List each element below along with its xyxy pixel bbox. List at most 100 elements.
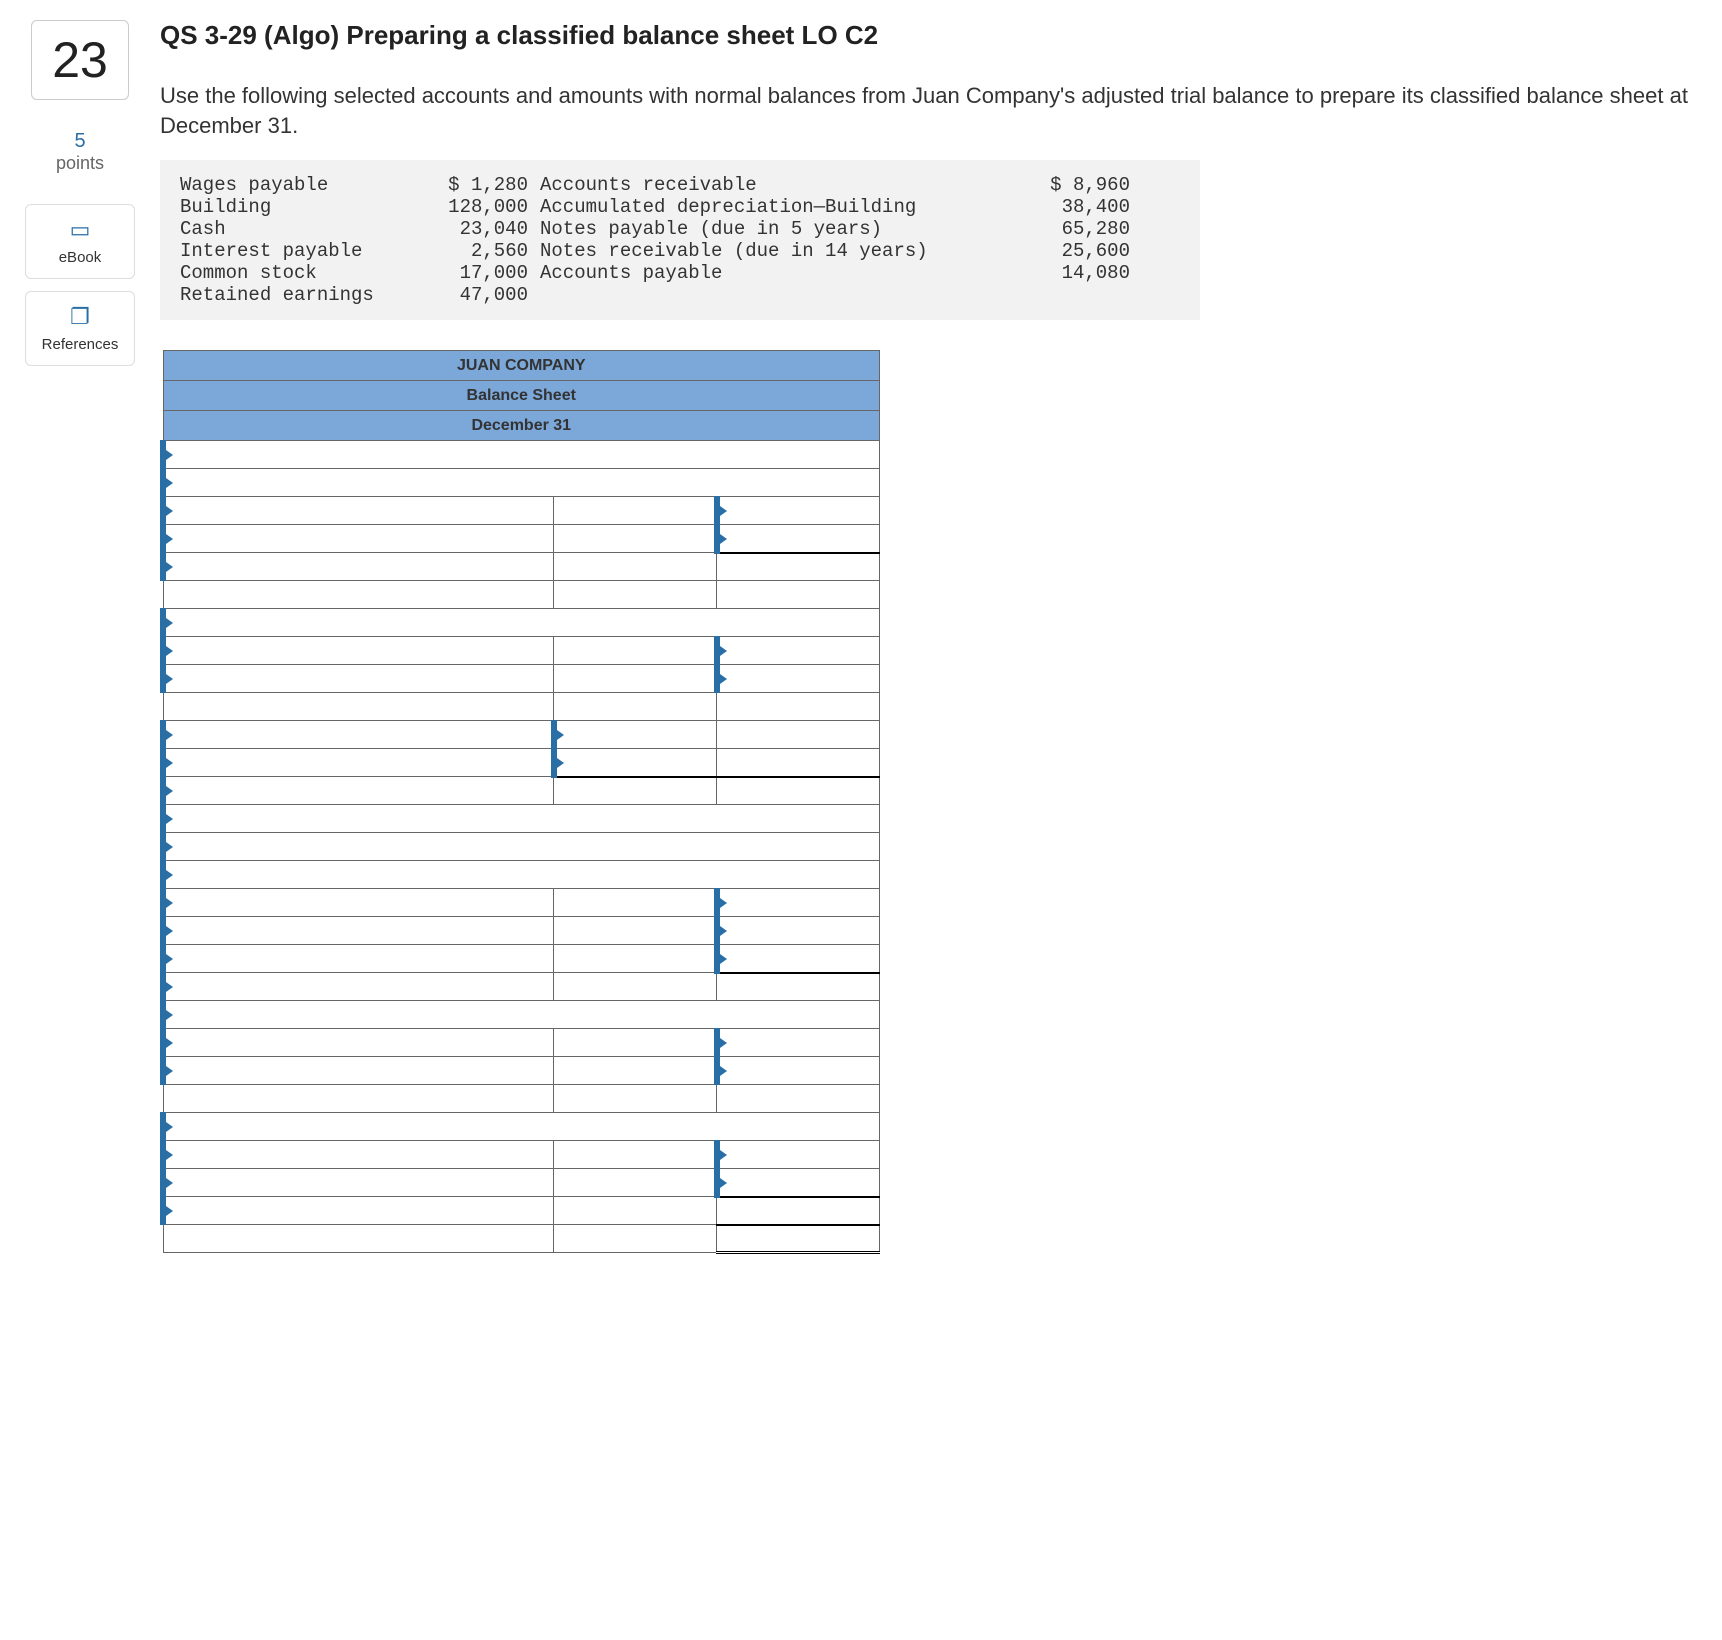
bs-date: December 31 xyxy=(163,411,880,441)
tb-account: Accounts payable xyxy=(540,262,1020,284)
bs-dropdown-account[interactable] xyxy=(163,1197,554,1225)
tb-account: Building xyxy=(180,196,430,218)
bs-static-cell xyxy=(717,693,880,721)
tb-account: Common stock xyxy=(180,262,430,284)
bs-dropdown-account[interactable] xyxy=(163,889,554,917)
copy-icon: ❐ xyxy=(70,304,90,330)
bs-dropdown-amount[interactable] xyxy=(717,497,880,525)
tb-account: Accumulated depreciation—Building xyxy=(540,196,1020,218)
bs-dropdown-account[interactable] xyxy=(163,973,554,1001)
tb-amount: 47,000 xyxy=(430,284,540,306)
tb-account: Notes payable (due in 5 years) xyxy=(540,218,1020,240)
bs-input-amount[interactable] xyxy=(554,525,717,553)
bs-dropdown-amount[interactable] xyxy=(717,1141,880,1169)
bs-input-amount[interactable] xyxy=(554,553,717,581)
bs-static-cell xyxy=(717,749,880,777)
bs-dropdown-account[interactable] xyxy=(163,637,554,665)
bs-input-amount[interactable] xyxy=(554,1141,717,1169)
bs-dropdown-amount[interactable] xyxy=(717,637,880,665)
tb-account xyxy=(540,284,1020,306)
bs-dropdown-account[interactable] xyxy=(163,749,554,777)
tb-account: Cash xyxy=(180,218,430,240)
bs-static-cell xyxy=(163,581,554,609)
tb-amount: 2,560 xyxy=(430,240,540,262)
bs-dropdown-amount[interactable] xyxy=(717,525,880,553)
bs-input-amount[interactable] xyxy=(554,889,717,917)
bs-dropdown-full[interactable] xyxy=(163,1001,880,1029)
bs-dropdown-account[interactable] xyxy=(163,553,554,581)
points-value: 5 xyxy=(74,130,85,153)
bs-static-cell xyxy=(163,693,554,721)
bs-total-cell xyxy=(717,777,880,805)
bs-dropdown-full[interactable] xyxy=(163,805,880,833)
tb-amount: 23,040 xyxy=(430,218,540,240)
bs-dropdown-amount[interactable] xyxy=(717,945,880,973)
references-button[interactable]: ❐ References xyxy=(25,291,135,366)
bs-input-amount[interactable] xyxy=(554,637,717,665)
bs-static-cell xyxy=(554,1225,717,1253)
bs-dropdown-account[interactable] xyxy=(163,525,554,553)
bs-dropdown-amount[interactable] xyxy=(717,1169,880,1197)
bs-dropdown-full[interactable] xyxy=(163,1113,880,1141)
bs-dropdown-full[interactable] xyxy=(163,469,880,497)
bs-input-amount[interactable] xyxy=(554,1029,717,1057)
bs-dropdown-account[interactable] xyxy=(163,777,554,805)
bs-total-cell xyxy=(554,777,717,805)
bs-input-amount[interactable] xyxy=(554,973,717,1001)
tb-account: Interest payable xyxy=(180,240,430,262)
bs-title: Balance Sheet xyxy=(163,381,880,411)
bs-dropdown-amount[interactable] xyxy=(717,917,880,945)
bs-input-amount[interactable] xyxy=(554,1057,717,1085)
points-label: points xyxy=(56,153,104,174)
bs-dropdown-full[interactable] xyxy=(163,861,880,889)
bs-static-cell xyxy=(717,581,880,609)
bs-dropdown-account[interactable] xyxy=(163,665,554,693)
bs-dropdown-amount[interactable] xyxy=(717,1029,880,1057)
tb-row: Interest payable 2,560 Notes receivable … xyxy=(180,240,1180,262)
bs-dropdown-account[interactable] xyxy=(163,1169,554,1197)
bs-dropdown-account[interactable] xyxy=(163,1141,554,1169)
tb-account: Notes receivable (due in 14 years) xyxy=(540,240,1020,262)
bs-input-amount[interactable] xyxy=(554,665,717,693)
bs-dropdown-account[interactable] xyxy=(163,497,554,525)
bs-dropdown-full[interactable] xyxy=(163,609,880,637)
ebook-button[interactable]: ▭ eBook xyxy=(25,204,135,279)
tb-account: Retained earnings xyxy=(180,284,430,306)
bs-dropdown-amount[interactable] xyxy=(554,749,717,777)
bs-input-amount[interactable] xyxy=(554,497,717,525)
tb-row: Cash 23,040 Notes payable (due in 5 year… xyxy=(180,218,1180,240)
bs-dropdown-amount[interactable] xyxy=(717,1057,880,1085)
question-title: QS 3-29 (Algo) Preparing a classified ba… xyxy=(160,20,1702,51)
bs-dropdown-account[interactable] xyxy=(163,721,554,749)
bs-static-cell xyxy=(554,581,717,609)
bs-total-cell xyxy=(717,1197,880,1225)
bs-static-cell xyxy=(717,721,880,749)
bs-static-cell xyxy=(163,1225,554,1253)
bs-dropdown-amount[interactable] xyxy=(554,721,717,749)
tb-amount: 65,280 xyxy=(1020,218,1130,240)
bs-dropdown-full[interactable] xyxy=(163,833,880,861)
bs-total-cell xyxy=(717,973,880,1001)
bs-input-amount[interactable] xyxy=(554,917,717,945)
balance-sheet-table: JUAN COMPANY Balance Sheet December 31 xyxy=(160,350,880,1254)
bs-dropdown-account[interactable] xyxy=(163,945,554,973)
tb-amount: 25,600 xyxy=(1020,240,1130,262)
tb-amount: 14,080 xyxy=(1020,262,1130,284)
bs-dropdown-full[interactable] xyxy=(163,441,880,469)
tb-row: Retained earnings 47,000 xyxy=(180,284,1180,306)
tb-amount: $ 1,280 xyxy=(430,174,540,196)
bs-input-amount[interactable] xyxy=(554,1197,717,1225)
trial-balance-box: Wages payable $ 1,280 Accounts receivabl… xyxy=(160,160,1200,320)
question-number: 23 xyxy=(52,32,108,88)
question-instructions: Use the following selected accounts and … xyxy=(160,81,1702,140)
bs-dropdown-account[interactable] xyxy=(163,1029,554,1057)
tb-row: Building 128,000 Accumulated depreciatio… xyxy=(180,196,1180,218)
bs-input-amount[interactable] xyxy=(554,1169,717,1197)
tb-account: Accounts receivable xyxy=(540,174,1020,196)
references-label: References xyxy=(42,336,119,353)
bs-dropdown-amount[interactable] xyxy=(717,889,880,917)
bs-input-amount[interactable] xyxy=(554,945,717,973)
bs-dropdown-account[interactable] xyxy=(163,1057,554,1085)
bs-dropdown-amount[interactable] xyxy=(717,665,880,693)
bs-dropdown-account[interactable] xyxy=(163,917,554,945)
